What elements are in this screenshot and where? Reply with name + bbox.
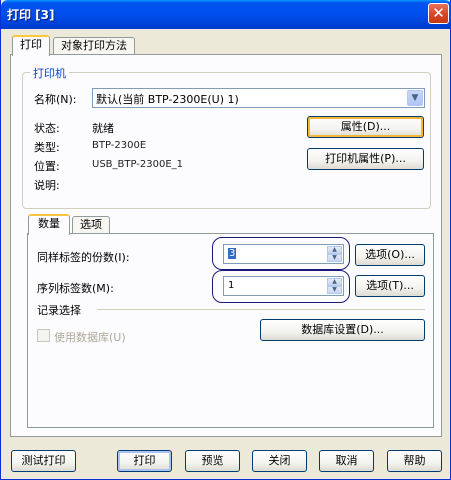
printer-name-label: 名称(N): [34, 93, 77, 106]
tab-print[interactable]: 打印 [12, 35, 50, 56]
tab-quantity[interactable]: 数量 [28, 214, 70, 235]
tab-options[interactable]: 选项 [72, 216, 110, 234]
location-value: USB_BTP-2300E_1 [92, 159, 184, 170]
serial-spinbox[interactable]: 1 ▲ ▼ [223, 276, 344, 296]
chevron-down-icon[interactable]: ▼ [407, 90, 423, 106]
cancel-button[interactable]: 取消 [319, 450, 374, 472]
printer-name-value: 默认(当前 BTP-2300E(U) 1) [96, 93, 239, 106]
status-value: 就绪 [92, 122, 114, 135]
type-value: BTP-2300E [92, 140, 147, 151]
spin-down-icon[interactable]: ▼ [327, 286, 342, 294]
preview-button[interactable]: 预览 [185, 450, 240, 472]
spin-up-icon[interactable]: ▲ [327, 278, 342, 286]
copies-spin-buttons[interactable]: ▲ ▼ [327, 246, 342, 262]
serial-spin-buttons[interactable]: ▲ ▼ [327, 278, 342, 294]
title-bar[interactable]: 打印 [3] ✕ [1, 0, 451, 29]
database-settings-button[interactable]: 数据库设置(D)... [260, 319, 425, 341]
spin-down-icon[interactable]: ▼ [327, 254, 342, 262]
serial-label: 序列标签数(M): [37, 282, 114, 295]
records-separator [97, 309, 425, 310]
printer-name-combobox[interactable]: 默认(当前 BTP-2300E(U) 1) ▼ [92, 88, 425, 108]
printer-group-title: 打印机 [30, 65, 69, 81]
window-title: 打印 [3] [7, 8, 55, 22]
close-icon[interactable]: ✕ [428, 3, 449, 24]
serial-options-button[interactable]: 选项(T)... [355, 275, 425, 297]
use-database-label: 使用数据库(U) [54, 331, 126, 344]
printer-properties-button[interactable]: 打印机属性(P)... [307, 148, 424, 170]
close-button[interactable]: 关闭 [252, 450, 307, 472]
serial-value: 1 [228, 280, 235, 291]
status-label: 状态: [34, 122, 60, 135]
copies-spinbox[interactable]: 3 ▲ ▼ [223, 244, 344, 264]
copies-value: 3 [228, 248, 237, 259]
properties-button[interactable]: 属性(D)... [307, 116, 424, 138]
help-button[interactable]: 帮助 [387, 450, 442, 472]
tab-object-print-method[interactable]: 对象打印方法 [53, 37, 135, 55]
copies-label: 同样标签的份数(I): [37, 251, 130, 264]
comment-label: 说明: [34, 179, 60, 192]
type-label: 类型: [34, 141, 60, 154]
use-database-checkbox[interactable] [37, 329, 50, 342]
location-label: 位置: [34, 160, 60, 173]
test-print-button[interactable]: 测试打印 [11, 450, 76, 472]
spin-up-icon[interactable]: ▲ [327, 246, 342, 254]
copies-options-button[interactable]: 选项(O)... [355, 244, 425, 266]
print-dialog: 打印 [3] ✕ 打印 对象打印方法 打印机 名称(N): 默认(当前 BTP-… [0, 0, 451, 480]
records-title: 记录选择 [37, 304, 81, 317]
print-button[interactable]: 打印 [117, 450, 172, 472]
